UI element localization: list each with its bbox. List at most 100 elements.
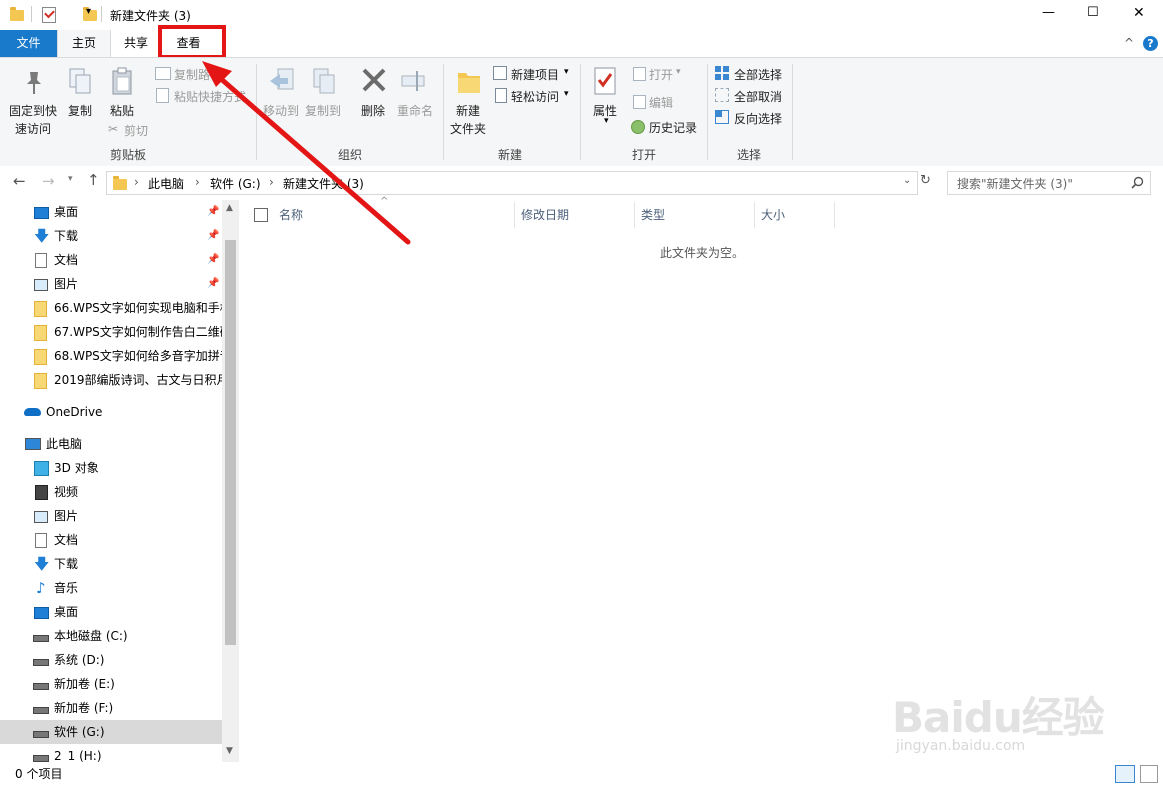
divider (31, 6, 32, 22)
cut-icon: ✂ (108, 122, 119, 136)
nav-item-documents[interactable]: 文档 (0, 528, 222, 552)
breadcrumb-separator[interactable]: › (134, 175, 139, 189)
refresh-icon[interactable]: ↻ (920, 173, 934, 191)
nav-item-label: 系统 (D:) (54, 653, 105, 667)
empty-folder-message: 此文件夹为空。 (660, 246, 745, 260)
document-icon (35, 533, 47, 548)
nav-item-desktop[interactable]: 桌面 (0, 600, 222, 624)
collapse-ribbon-icon[interactable]: ^ (1124, 36, 1134, 50)
nav-item-label: 66.WPS文字如何实现电脑和手机 (54, 301, 222, 315)
new-folder-label-2[interactable]: 文件夹 (450, 120, 486, 137)
large-icons-view-icon[interactable] (1140, 765, 1158, 783)
nav-item-drive-f[interactable]: 新加卷 (F:) (0, 696, 222, 720)
up-button[interactable]: ↑ (87, 171, 100, 189)
chevron-down-icon: ▾ (604, 116, 609, 126)
nav-item-music[interactable]: ♪ 音乐 (0, 576, 222, 600)
search-box[interactable]: 搜索"新建文件夹 (3)" (947, 171, 1151, 195)
back-button[interactable]: ← (13, 172, 26, 190)
select-all-button[interactable]: 全部选择 (734, 66, 782, 83)
scroll-down-icon[interactable]: ▼ (226, 746, 233, 756)
nav-item-folder[interactable]: 67.WPS文字如何制作告白二维码 (0, 320, 222, 344)
tab-home[interactable]: 主页 (57, 30, 111, 58)
nav-item-onedrive[interactable]: OneDrive (0, 400, 222, 424)
edit-button[interactable]: 编辑 (649, 94, 673, 111)
divider (443, 64, 444, 160)
new-folder-icon (458, 73, 480, 93)
address-row: ← → ▾ ↑ › 此电脑 › 软件 (G:) › 新建文件夹 (3) ⌄ ↻ … (0, 166, 1163, 200)
nav-item-label: 68.WPS文字如何给多音字加拼音 (54, 349, 222, 363)
cut-button[interactable]: 剪切 (124, 122, 148, 139)
nav-item-label: 软件 (G:) (54, 725, 105, 739)
desktop-icon (34, 207, 49, 219)
new-group-label: 新建 (497, 148, 522, 162)
properties-icon (594, 67, 616, 95)
qat-dropdown-icon[interactable]: ▾ (86, 6, 91, 17)
scrollbar-thumb[interactable] (225, 240, 236, 645)
maximize-button[interactable]: ☐ (1087, 5, 1099, 20)
nav-item-drive-e[interactable]: 新加卷 (E:) (0, 672, 222, 696)
new-item-button[interactable]: 新建项目 (511, 66, 559, 83)
copy-button[interactable]: 复制 (68, 102, 92, 119)
highlight-box (158, 25, 226, 59)
breadcrumb-this-pc[interactable]: 此电脑 (148, 175, 184, 192)
column-header-size[interactable]: 大小 (761, 206, 785, 223)
easy-access-button[interactable]: 轻松访问 (511, 88, 559, 105)
drive-icon (33, 755, 49, 762)
pin-quick-access-label-2[interactable]: 速访问 (15, 120, 51, 137)
column-header-type[interactable]: 类型 (641, 206, 665, 223)
recent-locations-button[interactable]: ▾ (68, 174, 73, 184)
select-all-icon (715, 66, 729, 80)
nav-item-drive-h[interactable]: 2_1 (H:) (0, 744, 222, 762)
nav-item-drive-d[interactable]: 系统 (D:) (0, 648, 222, 672)
column-header-date[interactable]: 修改日期 (521, 206, 569, 223)
easy-access-icon (495, 88, 507, 103)
tab-file[interactable]: 文件 (0, 30, 57, 57)
properties-icon[interactable] (42, 7, 56, 23)
help-icon[interactable]: ? (1143, 36, 1158, 51)
address-dropdown-icon[interactable]: ⌄ (903, 175, 911, 186)
search-icon[interactable] (1131, 176, 1144, 189)
document-icon (35, 253, 47, 268)
nav-item-pictures[interactable]: 图片 📌 (0, 272, 222, 296)
open-icon (633, 67, 646, 81)
nav-item-label: 2019部编版诗词、古文与日积月累 (54, 373, 222, 387)
copy-path-icon (155, 67, 171, 80)
nav-item-label: 文档 (54, 253, 79, 267)
onedrive-icon (24, 408, 41, 416)
nav-item-label: 本地磁盘 (C:) (54, 629, 128, 643)
tab-share[interactable]: 共享 (110, 30, 162, 57)
new-folder-label-1[interactable]: 新建 (456, 102, 480, 119)
nav-item-drive-c[interactable]: 本地磁盘 (C:) (0, 624, 222, 648)
nav-item-drive-g[interactable]: 软件 (G:) (0, 720, 222, 744)
nav-item-folder[interactable]: 68.WPS文字如何给多音字加拼音 (0, 344, 222, 368)
nav-item-documents[interactable]: 文档 📌 (0, 248, 222, 272)
minimize-button[interactable]: — (1042, 5, 1055, 20)
nav-item-folder[interactable]: 2019部编版诗词、古文与日积月累 (0, 368, 222, 392)
nav-scrollbar[interactable]: ▲ ▼ (222, 200, 239, 762)
close-button[interactable]: ✕ (1133, 5, 1145, 21)
video-icon (35, 485, 48, 500)
nav-item-downloads[interactable]: 🡇 下载 📌 (0, 224, 222, 248)
paste-button[interactable]: 粘贴 (110, 102, 134, 119)
nav-item-label: 音乐 (54, 581, 79, 595)
pin-quick-access-label-1[interactable]: 固定到快 (9, 102, 57, 119)
folder-icon (34, 301, 47, 317)
nav-item-videos[interactable]: 视频 (0, 480, 222, 504)
invert-selection-icon (715, 110, 729, 124)
open-button[interactable]: 打开 (649, 66, 673, 83)
forward-button[interactable]: → (42, 172, 55, 190)
nav-item-pictures[interactable]: 图片 (0, 504, 222, 528)
details-view-icon[interactable] (1115, 765, 1135, 783)
nav-item-folder[interactable]: 66.WPS文字如何实现电脑和手机 (0, 296, 222, 320)
nav-item-3d-objects[interactable]: 3D 对象 (0, 456, 222, 480)
history-button[interactable]: 历史记录 (649, 119, 697, 136)
invert-selection-button[interactable]: 反向选择 (734, 110, 782, 127)
nav-item-downloads[interactable]: 🡇 下载 (0, 552, 222, 576)
nav-item-this-pc[interactable]: 此电脑 (0, 432, 222, 456)
select-none-button[interactable]: 全部取消 (734, 88, 782, 105)
divider (792, 64, 793, 160)
nav-item-desktop[interactable]: 桌面 📌 (0, 200, 222, 224)
music-icon: ♪ (36, 579, 46, 597)
search-input[interactable]: 搜索"新建文件夹 (3)" (957, 175, 1073, 192)
nav-item-label: 下载 (54, 229, 79, 243)
